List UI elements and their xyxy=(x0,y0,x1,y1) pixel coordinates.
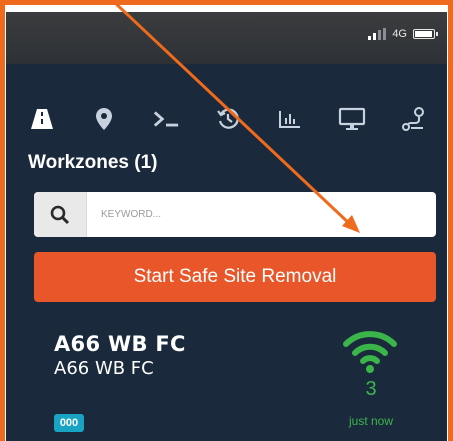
search-icon[interactable] xyxy=(34,192,87,237)
workzone-subtitle: A66 WB FC xyxy=(54,358,154,379)
status-bar: 4G xyxy=(6,12,447,64)
device-count: 3 xyxy=(365,378,377,400)
start-safe-site-removal-button[interactable]: Start Safe Site Removal xyxy=(34,252,436,302)
status-indicators: 4G xyxy=(368,28,438,40)
status-badge: 000 xyxy=(54,414,84,432)
search-input[interactable] xyxy=(87,192,436,237)
screenshot-frame: 4G Workzones (1) KEYWORD... Start Safe S… xyxy=(0,0,453,441)
main-toolbar xyxy=(28,102,428,136)
network-type: 4G xyxy=(392,28,407,40)
search-bar xyxy=(34,192,436,237)
workzone-list-item[interactable]: A66 WB FC A66 WB FC 3 just now 000 xyxy=(6,312,447,441)
battery-icon xyxy=(413,29,438,39)
monitor-icon[interactable] xyxy=(338,105,366,133)
workzone-name: A66 WB FC xyxy=(54,332,186,356)
terminal-icon[interactable] xyxy=(152,105,180,133)
app-screen: 4G Workzones (1) KEYWORD... Start Safe S… xyxy=(6,12,447,441)
map-pin-icon[interactable] xyxy=(90,105,118,133)
wifi-icon xyxy=(340,326,400,379)
chart-icon[interactable] xyxy=(276,105,304,133)
workzones-heading: Workzones (1) xyxy=(28,152,158,173)
last-seen-time: just now xyxy=(348,414,394,428)
route-icon[interactable] xyxy=(400,105,428,133)
history-icon[interactable] xyxy=(214,105,242,133)
road-icon[interactable] xyxy=(28,105,56,133)
signal-bars-icon xyxy=(368,28,387,40)
